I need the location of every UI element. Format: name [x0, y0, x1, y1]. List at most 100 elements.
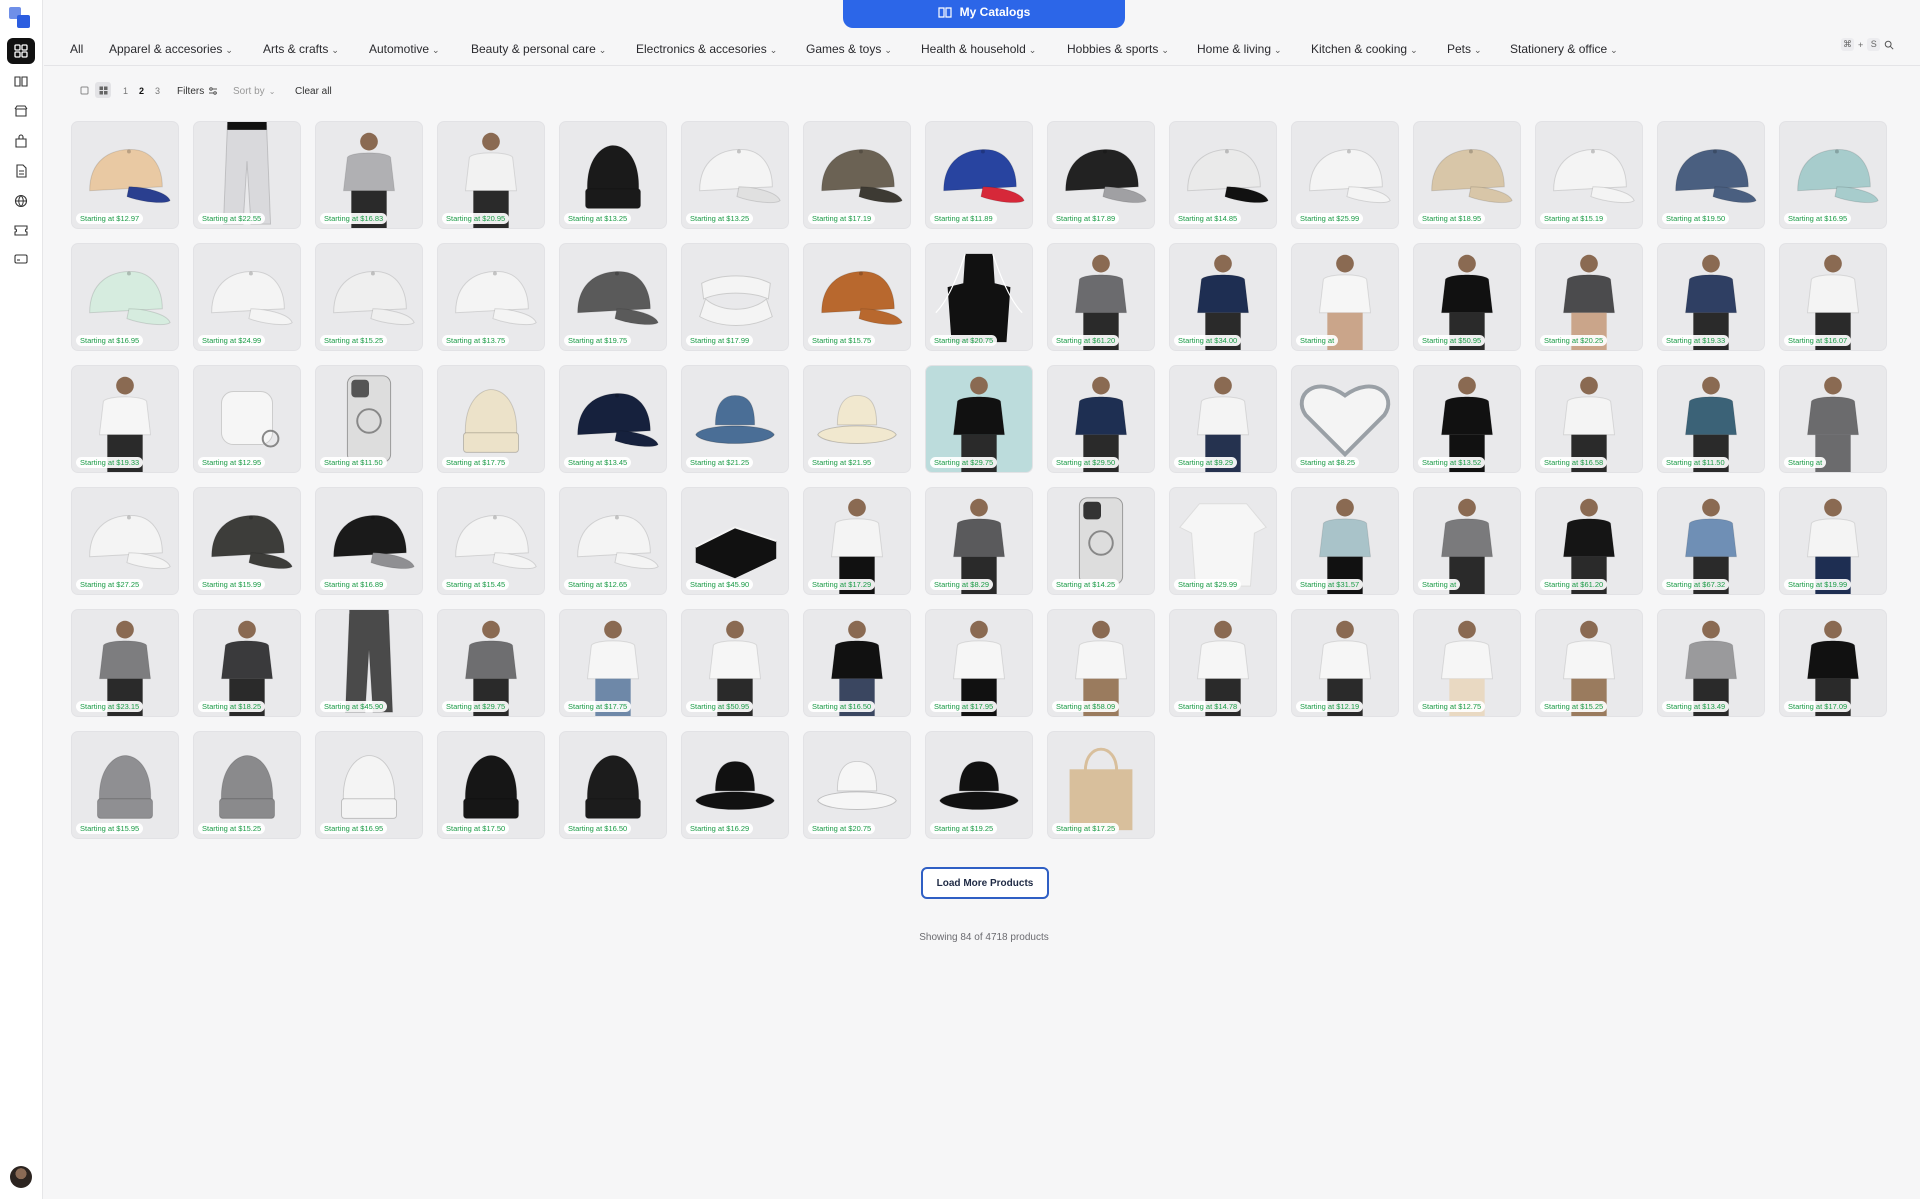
category-home-living[interactable]: Home & living ⌄	[1197, 38, 1282, 60]
product-card[interactable]: Starting at $16.29	[681, 731, 789, 839]
product-card[interactable]: Starting at $34.00	[1169, 243, 1277, 351]
product-card[interactable]: Starting at $20.25	[1535, 243, 1643, 351]
product-card[interactable]: Starting at	[1291, 243, 1399, 351]
product-card[interactable]: Starting at $29.75	[925, 365, 1033, 473]
product-card[interactable]: Starting at $19.75	[559, 243, 667, 351]
product-card[interactable]: Starting at $16.89	[315, 487, 423, 595]
product-card[interactable]: Starting at $45.90	[681, 487, 789, 595]
product-card[interactable]: Starting at $8.25	[1291, 365, 1399, 473]
product-card[interactable]: Starting at $15.75	[803, 243, 911, 351]
product-card[interactable]: Starting at $61.20	[1535, 487, 1643, 595]
app-logo[interactable]	[9, 7, 31, 29]
product-card[interactable]: Starting at $19.50	[1657, 121, 1765, 229]
product-card[interactable]: Starting at $18.25	[193, 609, 301, 717]
product-card[interactable]: Starting at $29.99	[1169, 487, 1277, 595]
category-pets[interactable]: Pets ⌄	[1447, 38, 1482, 60]
product-card[interactable]: Starting at $24.99	[193, 243, 301, 351]
category-stationery[interactable]: Stationery & office ⌄	[1510, 38, 1618, 60]
document-icon[interactable]	[7, 158, 35, 184]
product-card[interactable]: Starting at $16.58	[1535, 365, 1643, 473]
product-card[interactable]: Starting at $16.95	[1779, 121, 1887, 229]
bag-icon[interactable]	[7, 128, 35, 154]
product-card[interactable]: Starting at $13.49	[1657, 609, 1765, 717]
product-card[interactable]: Starting at $12.75	[1413, 609, 1521, 717]
category-electronics[interactable]: Electronics & accesories ⌄	[636, 38, 777, 60]
category-automotive[interactable]: Automotive ⌄	[369, 38, 440, 60]
product-card[interactable]: Starting at $12.95	[193, 365, 301, 473]
category-games-toys[interactable]: Games & toys ⌄	[806, 38, 892, 60]
product-card[interactable]: Starting at $14.78	[1169, 609, 1277, 717]
product-card[interactable]: Starting at $17.19	[803, 121, 911, 229]
product-card[interactable]: Starting at $15.95	[71, 731, 179, 839]
product-card[interactable]: Starting at $16.95	[71, 243, 179, 351]
product-card[interactable]: Starting at $12.97	[71, 121, 179, 229]
product-card[interactable]: Starting at $9.29	[1169, 365, 1277, 473]
product-card[interactable]: Starting at $15.19	[1535, 121, 1643, 229]
product-card[interactable]: Starting at $25.99	[1291, 121, 1399, 229]
search-shortcut[interactable]: ⌘ + S	[1841, 38, 1894, 51]
product-card[interactable]: Starting at	[1413, 487, 1521, 595]
product-card[interactable]: Starting at $21.25	[681, 365, 789, 473]
product-card[interactable]: Starting at $22.55	[193, 121, 301, 229]
category-arts-crafts[interactable]: Arts & crafts ⌄	[263, 38, 339, 60]
my-catalogs-button[interactable]: My Catalogs	[843, 0, 1125, 28]
product-card[interactable]: Starting at $61.20	[1047, 243, 1155, 351]
product-card[interactable]: Starting at $15.25	[315, 243, 423, 351]
product-card[interactable]: Starting at $13.25	[559, 121, 667, 229]
product-card[interactable]: Starting at $14.85	[1169, 121, 1277, 229]
product-card[interactable]: Starting at $17.99	[681, 243, 789, 351]
product-card[interactable]: Starting at $12.19	[1291, 609, 1399, 717]
product-card[interactable]: Starting at $17.29	[803, 487, 911, 595]
search-icon[interactable]	[1884, 40, 1894, 50]
card-icon[interactable]	[7, 246, 35, 272]
product-card[interactable]: Starting at $58.09	[1047, 609, 1155, 717]
product-card[interactable]: Starting at $14.25	[1047, 487, 1155, 595]
product-card[interactable]: Starting at $17.75	[559, 609, 667, 717]
page-2[interactable]: 2	[139, 82, 144, 100]
product-card[interactable]: Starting at $17.50	[437, 731, 545, 839]
product-card[interactable]: Starting at $29.50	[1047, 365, 1155, 473]
product-card[interactable]: Starting at $8.29	[925, 487, 1033, 595]
product-card[interactable]: Starting at $11.50	[1657, 365, 1765, 473]
sort-dropdown[interactable]: Sort by ⌄	[233, 82, 275, 100]
product-card[interactable]: Starting at $17.25	[1047, 731, 1155, 839]
product-card[interactable]: Starting at $19.33	[1657, 243, 1765, 351]
list-view-button[interactable]	[76, 82, 92, 98]
category-health[interactable]: Health & household ⌄	[921, 38, 1036, 60]
ticket-icon[interactable]	[7, 217, 35, 243]
filters-button[interactable]: Filters	[177, 82, 218, 100]
product-card[interactable]: Starting at $13.45	[559, 365, 667, 473]
product-card[interactable]: Starting at $13.25	[681, 121, 789, 229]
product-card[interactable]: Starting at $20.95	[437, 121, 545, 229]
grid-icon[interactable]	[7, 38, 35, 64]
product-card[interactable]: Starting at $13.75	[437, 243, 545, 351]
product-card[interactable]: Starting at $15.99	[193, 487, 301, 595]
product-card[interactable]: Starting at $50.95	[681, 609, 789, 717]
product-card[interactable]: Starting at $20.75	[803, 731, 911, 839]
product-card[interactable]: Starting at $18.95	[1413, 121, 1521, 229]
product-card[interactable]: Starting at $31.57	[1291, 487, 1399, 595]
product-card[interactable]: Starting at $12.65	[559, 487, 667, 595]
product-card[interactable]: Starting at $15.45	[437, 487, 545, 595]
book-icon[interactable]	[7, 68, 35, 94]
product-card[interactable]: Starting at $11.89	[925, 121, 1033, 229]
product-card[interactable]: Starting at $16.07	[1779, 243, 1887, 351]
product-card[interactable]: Starting at $19.25	[925, 731, 1033, 839]
product-card[interactable]: Starting at $11.50	[315, 365, 423, 473]
category-beauty[interactable]: Beauty & personal care ⌄	[471, 38, 606, 60]
product-card[interactable]: Starting at $27.25	[71, 487, 179, 595]
product-card[interactable]: Starting at $15.25	[193, 731, 301, 839]
product-card[interactable]: Starting at $16.50	[803, 609, 911, 717]
user-avatar[interactable]	[10, 1166, 32, 1188]
product-card[interactable]: Starting at	[1779, 365, 1887, 473]
product-card[interactable]: Starting at $67.32	[1657, 487, 1765, 595]
page-3[interactable]: 3	[155, 82, 160, 100]
product-card[interactable]: Starting at $20.75	[925, 243, 1033, 351]
product-card[interactable]: Starting at $17.89	[1047, 121, 1155, 229]
category-apparel[interactable]: Apparel & accesories ⌄	[109, 38, 233, 60]
product-card[interactable]: Starting at $45.90	[315, 609, 423, 717]
globe-icon[interactable]	[7, 188, 35, 214]
product-card[interactable]: Starting at $13.52	[1413, 365, 1521, 473]
product-card[interactable]: Starting at $50.95	[1413, 243, 1521, 351]
product-card[interactable]: Starting at $16.50	[559, 731, 667, 839]
